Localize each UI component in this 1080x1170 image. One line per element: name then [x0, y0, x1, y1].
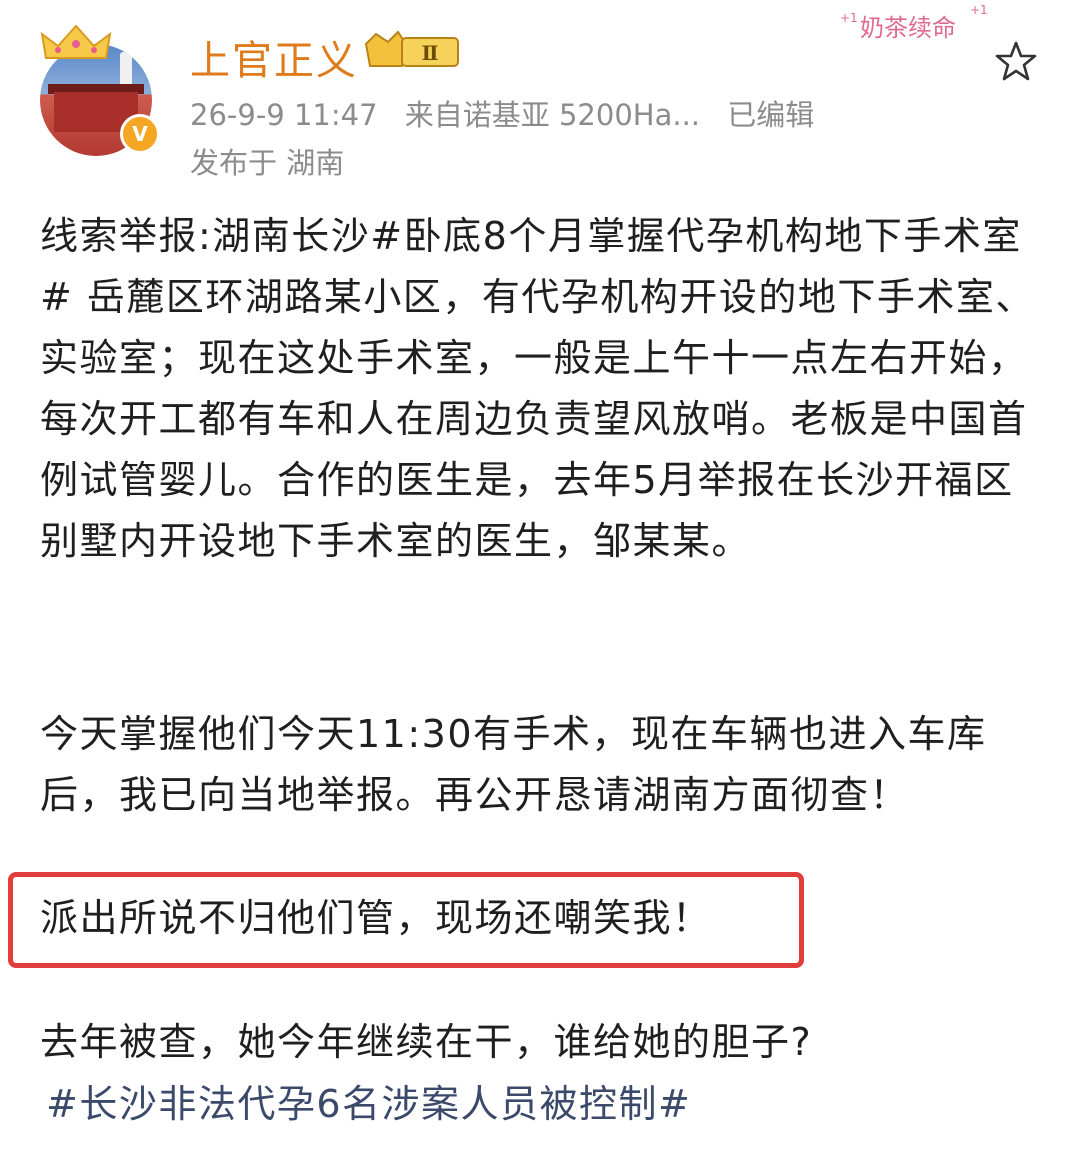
level-label: Ⅱ	[422, 41, 439, 65]
svg-text:+1: +1	[840, 11, 858, 25]
post-paragraph-2: 今天掌握他们今天11:30有手术，现在车辆也进入车库后，我已向当地举报。再公开恳…	[40, 712, 987, 817]
post-location: 发布于 湖南	[190, 146, 345, 180]
post-paragraph-4: 去年被查，她今年继续在干，谁给她的胆子?	[40, 1020, 813, 1064]
author-avatar-container[interactable]: V	[36, 24, 160, 156]
author-name[interactable]: 上官正义	[190, 28, 358, 86]
hashtag-link[interactable]: #长沙非法代孕6名涉案人员被控制#	[46, 1074, 691, 1135]
level-badge-icon[interactable]: Ⅱ	[362, 30, 464, 72]
verified-icon: V	[120, 114, 160, 154]
crown-icon	[40, 24, 112, 59]
post-timestamp: 26-9-9 11:47	[190, 98, 378, 132]
edited-label[interactable]: 已编辑	[727, 98, 814, 132]
svg-text:奶茶续命: 奶茶续命	[860, 14, 956, 42]
post-source[interactable]: 来自诺基亚 5200Ha...	[405, 98, 700, 132]
post-meta: 26-9-9 11:47 来自诺基亚 5200Ha... 已编辑	[190, 92, 832, 134]
post-paragraph-3: 派出所说不归他们管，现场还嘲笑我！	[40, 896, 712, 940]
decoration-sticker: 奶茶续命 +1 +1	[840, 3, 988, 42]
star-icon[interactable]	[994, 40, 1038, 82]
svg-text:+1: +1	[970, 3, 988, 17]
post-paragraph-1: 线索举报:湖南长沙#卧底8个月掌握代孕机构地下手术室# 岳麓区环湖路某小区，有代…	[40, 214, 1035, 563]
